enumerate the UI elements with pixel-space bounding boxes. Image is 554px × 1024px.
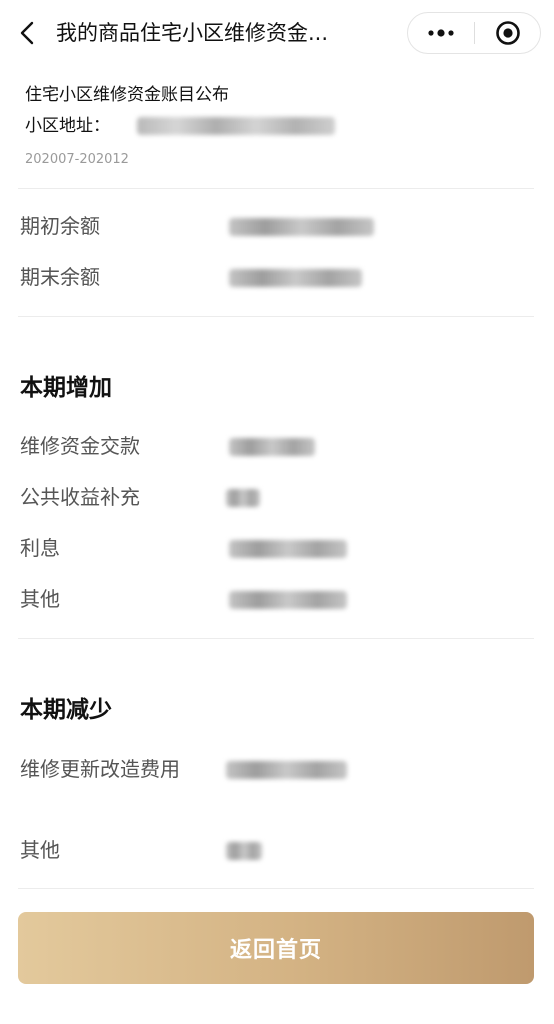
more-button[interactable] [408, 13, 474, 53]
back-button[interactable] [14, 16, 40, 50]
decrease-item-value-redacted [226, 761, 347, 779]
more-dots-icon [428, 29, 454, 37]
increase-item-value-redacted [229, 438, 315, 456]
divider [18, 188, 534, 189]
increase-item-value-redacted [229, 591, 347, 609]
increase-item-label: 利息 [20, 536, 60, 560]
address-value-redacted [137, 117, 335, 135]
increase-section-heading: 本期增加 [20, 375, 112, 401]
mini-program-close-icon [496, 21, 520, 45]
page-title: 我的商品住宅小区维修资金... [56, 21, 329, 45]
increase-item-label: 其他 [20, 587, 60, 611]
decrease-section-heading: 本期减少 [20, 697, 112, 723]
mini-program-capsule [407, 12, 541, 54]
address-label: 小区地址： [25, 116, 110, 136]
opening-balance-label: 期初余额 [20, 214, 100, 238]
opening-balance-value-redacted [229, 218, 374, 236]
increase-item-value-redacted [226, 489, 260, 507]
return-home-button[interactable]: 返回首页 [18, 912, 534, 984]
divider [18, 316, 534, 317]
decrease-item-label: 其他 [20, 838, 60, 862]
closing-balance-value-redacted [229, 269, 362, 287]
increase-item-label: 公共收益补充 [20, 485, 140, 509]
announcement-title: 住宅小区维修资金账目公布 [25, 85, 229, 105]
decrease-item-label: 维修更新改造费用 [20, 757, 180, 781]
increase-item-label: 维修资金交款 [20, 434, 140, 458]
closing-balance-label: 期末余额 [20, 265, 100, 289]
navigation-bar: 我的商品住宅小区维修资金... [0, 0, 554, 66]
report-period: 202007-202012 [25, 152, 129, 167]
divider [18, 638, 534, 639]
close-button[interactable] [475, 13, 541, 53]
increase-item-value-redacted [229, 540, 347, 558]
chevron-left-icon [20, 21, 34, 45]
divider [18, 888, 534, 889]
decrease-item-value-redacted [226, 842, 262, 860]
